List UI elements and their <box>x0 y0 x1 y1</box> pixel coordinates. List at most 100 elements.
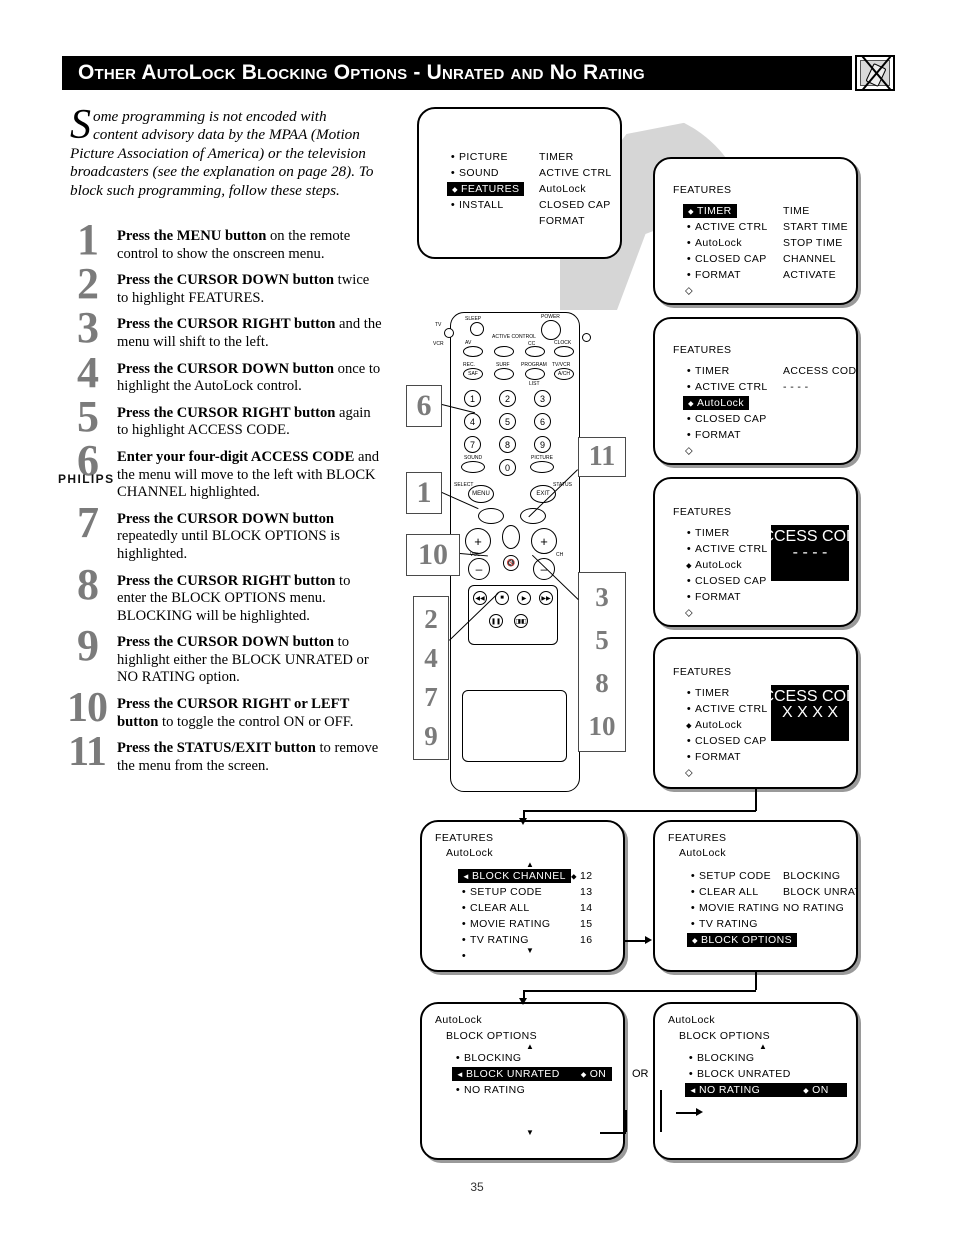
menu-item-tv-rating: • TV RATING <box>687 916 797 932</box>
step-number: 8 <box>77 559 99 609</box>
screen-title: FEATURES <box>435 832 494 844</box>
access-code-box[interactable]: ACCESS CODE - - - - <box>751 525 858 581</box>
tv-screen-main-menu: • PICTURE • SOUND ⬥ FEATURES • INSTALL TIMER… <box>417 107 622 259</box>
bullet-icon: • <box>686 365 692 377</box>
step-text: Press the CURSOR RIGHT button to enter t… <box>117 573 382 626</box>
access-code-box[interactable]: ACCESS CODE X X X X <box>752 685 856 741</box>
remote-key-vol-down[interactable]: – <box>468 558 490 580</box>
menu-item-clear-all: • CLEAR ALL <box>458 900 571 916</box>
tv-screen-access-code-empty: FEATURES • TIMER • ACTIVE CTRL ⬥ AutoLock •… <box>653 477 858 627</box>
remote-key-8[interactable]: 8 <box>499 436 516 453</box>
bullet-icon: • <box>461 918 467 930</box>
remote-key-saf[interactable]: SAF <box>463 368 483 380</box>
remote-key-power[interactable] <box>541 320 561 340</box>
menu-item-block-channel: ◄ BLOCK CHANNEL <box>458 868 571 884</box>
remote-key-fastforward[interactable]: ▶▶ <box>539 591 553 605</box>
remote-key-9[interactable]: 9 <box>534 436 551 453</box>
remote-label-tv: TV <box>435 322 442 328</box>
screen-title: FEATURES <box>673 344 732 356</box>
connector-line <box>625 1110 627 1132</box>
channel-value-4: 15 <box>580 918 593 930</box>
remote-key-5[interactable]: 5 <box>499 413 516 430</box>
remote-key-6[interactable]: 6 <box>534 413 551 430</box>
remote-key-mute-vcr[interactable]: ◨◧ <box>514 614 528 628</box>
remote-key-pause[interactable]: ❚❚ <box>489 614 503 628</box>
bullet-icon: • <box>450 167 456 179</box>
remote-key-ir[interactable] <box>444 328 454 338</box>
step-bold: Press the MENU button <box>117 228 267 244</box>
step-text: Press the CURSOR DOWN button to highligh… <box>117 634 382 687</box>
menu-item-closed-cap: • CLOSED CAP <box>683 251 768 267</box>
connector-line <box>523 990 756 992</box>
remote-key-rewind[interactable]: ◀◀ <box>473 591 487 605</box>
callout-7: 7 <box>424 682 438 712</box>
remote-key-program[interactable] <box>525 368 545 380</box>
callout-9: 9 <box>424 721 438 751</box>
value-access-code: - - - - <box>783 381 809 393</box>
remote-key-picture[interactable] <box>530 461 554 473</box>
remote-key-cc[interactable] <box>525 346 545 357</box>
remote-key-1[interactable]: 1 <box>464 390 481 407</box>
bullet-icon: • <box>461 902 467 914</box>
remote-key-ch-up[interactable]: + <box>531 528 557 554</box>
remote-key-light[interactable] <box>582 333 591 342</box>
tv-screen-autolock-block-options: FEATURES AutoLock • SETUP CODE • CLEAR ALL… <box>653 820 858 972</box>
remote-key-clock[interactable] <box>554 346 574 357</box>
remote-key-vol-up[interactable]: + <box>465 528 491 554</box>
step-rest: repeatedly until BLOCK OPTIONS is highli… <box>117 528 340 562</box>
step-bold: Press the CURSOR DOWN button <box>117 510 335 527</box>
menu-item-format: • FORMAT <box>683 589 768 605</box>
page-number: 35 <box>470 1180 484 1194</box>
step-text: Press the CURSOR RIGHT button again to h… <box>117 405 382 440</box>
step-bold: Enter your four-digit ACCESS CODE <box>117 448 355 465</box>
remote-key-play[interactable]: ▶ <box>517 591 531 605</box>
remote-key-cursor-down[interactable] <box>502 525 520 549</box>
submenu-item-autolock: AutoLock <box>539 183 586 195</box>
menu-item-format: • FORMAT <box>683 749 768 765</box>
step-number: 7 <box>77 497 99 547</box>
step-text: Press the CURSOR RIGHT or LEFT button to… <box>117 696 382 731</box>
value-access-code: X X X X <box>781 704 839 721</box>
step-4: 4 Press the CURSOR DOWN button once to h… <box>62 350 382 396</box>
remote-key-cursor-up[interactable] <box>502 492 520 510</box>
mute-icon[interactable]: 🔇 <box>503 555 519 571</box>
remote-key-auch[interactable]: A/CH <box>554 368 574 380</box>
value-blocking: BLOCKING <box>783 870 841 882</box>
remote-key-active-control[interactable] <box>494 346 514 357</box>
remote-key-ch-down[interactable]: – <box>533 558 555 580</box>
remote-key-cursor-left[interactable] <box>478 508 504 524</box>
callout-3: 3 <box>595 582 609 612</box>
value-block-unrated: BLOCK UNRATED <box>783 886 856 898</box>
remote-key-3[interactable]: 3 <box>534 390 551 407</box>
remote-key-av[interactable] <box>463 346 483 357</box>
bullet-icon: • <box>686 237 692 249</box>
label-access-code: ACCESS CODE <box>751 528 858 545</box>
menu-item-tv-rating: • TV RATING <box>458 932 571 948</box>
remote-key-7[interactable]: 7 <box>464 436 481 453</box>
remote-key-2[interactable]: 2 <box>499 390 516 407</box>
cursor-leftright-icon: ⬥ <box>803 1086 810 1095</box>
remote-key-menu[interactable]: MENU <box>468 485 494 503</box>
connector-arrowhead <box>519 818 527 825</box>
menu-item-features: ⬥ FEATURES <box>447 181 525 197</box>
submenu-item-timer: TIMER <box>539 151 574 163</box>
remote-key-surf[interactable] <box>494 368 514 380</box>
tv-screen-no-rating-on: AutoLock BLOCK OPTIONS ▲ • BLOCKING • BLOC… <box>653 1002 858 1160</box>
step-text: Press the CURSOR RIGHT button and the me… <box>117 316 382 351</box>
callout-group-left: 2 4 7 9 <box>413 596 449 760</box>
bullet-icon: • <box>686 253 692 265</box>
remote-key-sound[interactable] <box>461 461 485 473</box>
remote-key-0[interactable]: 0 <box>499 459 516 476</box>
callout-10: 10 <box>406 534 460 576</box>
step-number: 4 <box>77 347 99 397</box>
channel-value-2: 13 <box>580 886 593 898</box>
intro-dropcap: S <box>70 102 91 148</box>
menu-item-install: • INSTALL <box>447 197 524 213</box>
step-text: Press the MENU button on the remote cont… <box>117 228 382 263</box>
bullet-icon: • <box>455 1052 461 1064</box>
bullet-icon: • <box>686 413 692 425</box>
remote-key-sleep[interactable] <box>470 322 484 336</box>
remote-key-4[interactable]: 4 <box>464 413 481 430</box>
menu-item-autolock: ⬥ AutoLock <box>683 395 768 411</box>
callout-10b: 10 <box>588 711 616 741</box>
